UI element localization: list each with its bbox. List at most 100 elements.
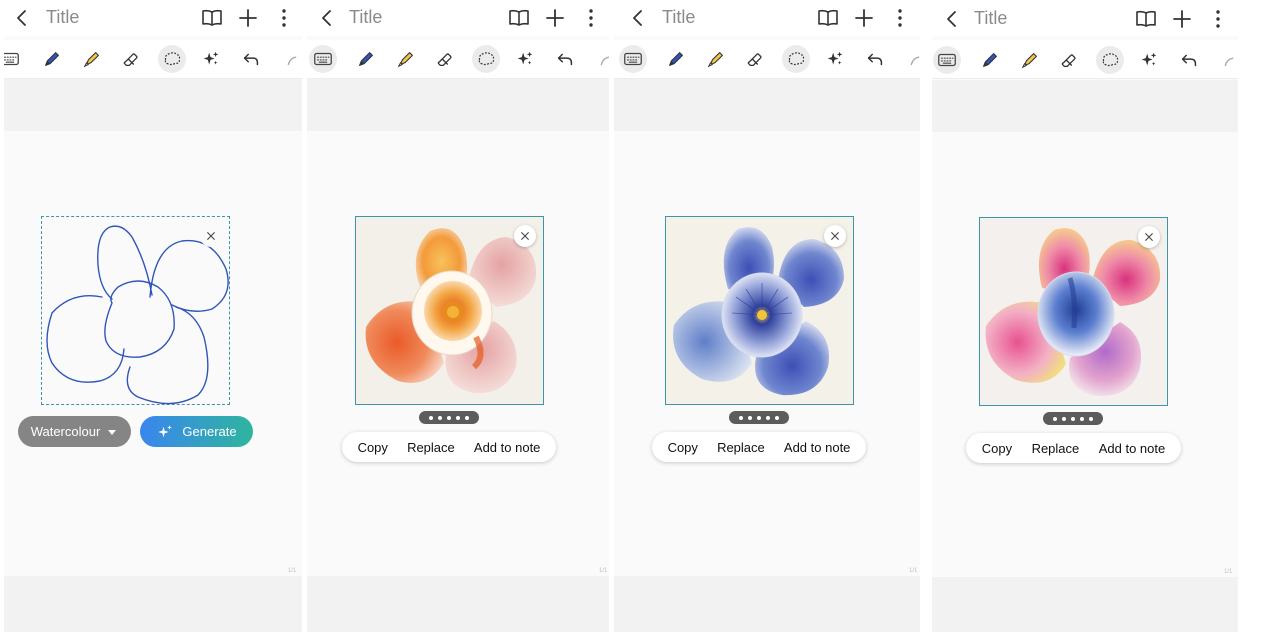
result-action-bar: Copy Replace Add to note (652, 432, 866, 462)
eraser-icon[interactable] (431, 45, 459, 73)
top-app-bar: Title (4, 0, 302, 36)
ai-sparkle-icon[interactable] (821, 45, 849, 73)
generated-image-frame[interactable] (665, 216, 854, 405)
lasso-select-icon[interactable] (158, 45, 186, 73)
page-number: 1/1 (1224, 569, 1233, 575)
eraser-icon[interactable] (117, 45, 145, 73)
sketch-selection-box[interactable] (41, 216, 230, 405)
result-page-indicator[interactable] (1043, 412, 1103, 425)
note-title[interactable]: Title (349, 7, 382, 28)
replace-button[interactable]: Replace (711, 440, 771, 455)
undo-icon[interactable] (1175, 46, 1203, 74)
back-icon[interactable] (315, 6, 339, 30)
canvas-margin-bottom (307, 576, 609, 632)
copy-button[interactable]: Copy (662, 440, 704, 455)
book-icon[interactable] (200, 6, 224, 30)
generate-sparkle-icon (156, 423, 174, 441)
add-to-note-button[interactable]: Add to note (1093, 441, 1172, 456)
keyboard-icon[interactable] (933, 46, 961, 74)
result-action-bar: Copy Replace Add to note (966, 433, 1181, 463)
book-icon[interactable] (507, 6, 531, 30)
close-icon[interactable] (824, 225, 846, 247)
redo-icon[interactable] (901, 45, 920, 73)
close-icon[interactable] (1138, 226, 1160, 248)
redo-icon[interactable] (591, 45, 609, 73)
generated-flower-image (666, 217, 852, 403)
note-title[interactable]: Title (46, 7, 79, 28)
keyboard-icon[interactable] (4, 45, 24, 73)
drawing-toolbar (932, 40, 1238, 79)
generate-button[interactable]: Generate (140, 416, 253, 447)
page-number: 1/1 (909, 568, 918, 574)
caret-down-icon (106, 426, 118, 438)
canvas-margin-top (307, 79, 609, 131)
pen-icon[interactable] (662, 45, 690, 73)
back-icon[interactable] (626, 6, 650, 30)
lasso-select-icon[interactable] (782, 45, 810, 73)
close-icon[interactable] (514, 225, 536, 247)
add-to-note-button[interactable]: Add to note (778, 440, 857, 455)
canvas-margin-top (932, 80, 1238, 132)
eraser-icon[interactable] (1055, 46, 1083, 74)
note-title[interactable]: Title (662, 7, 695, 28)
highlighter-icon[interactable] (1016, 46, 1044, 74)
more-options-icon[interactable] (272, 6, 288, 30)
generated-image-frame[interactable] (979, 217, 1168, 406)
book-icon[interactable] (1134, 7, 1158, 31)
more-options-icon[interactable] (579, 6, 595, 30)
back-icon[interactable] (10, 6, 34, 30)
keyboard-icon[interactable] (619, 45, 647, 73)
phone-screen-result-2: Title 1/1 Copy Replace Add to note (614, 0, 920, 632)
back-icon[interactable] (940, 7, 964, 31)
copy-button[interactable]: Copy (352, 440, 394, 455)
copy-button[interactable]: Copy (976, 441, 1018, 456)
ai-sparkle-icon[interactable] (511, 45, 539, 73)
highlighter-icon[interactable] (702, 45, 730, 73)
more-options-icon[interactable] (888, 6, 904, 30)
add-icon[interactable] (1170, 7, 1194, 31)
phone-screen-result-3: Title 1/1 Copy Replace Add to note (932, 0, 1238, 632)
drawing-toolbar (4, 40, 302, 79)
result-page-indicator[interactable] (419, 411, 479, 424)
keyboard-icon[interactable] (309, 45, 337, 73)
highlighter-icon[interactable] (78, 45, 106, 73)
page-number: 1/1 (288, 568, 297, 574)
canvas-margin-bottom (4, 576, 302, 632)
undo-icon[interactable] (237, 45, 265, 73)
highlighter-icon[interactable] (392, 45, 420, 73)
style-dropdown[interactable]: Watercolour (18, 416, 131, 447)
add-icon[interactable] (852, 6, 876, 30)
flower-sketch-drawing (46, 225, 229, 405)
close-icon[interactable] (200, 225, 222, 247)
canvas-margin-bottom (932, 577, 1238, 632)
redo-icon[interactable] (278, 45, 302, 73)
lasso-select-icon[interactable] (1096, 46, 1124, 74)
add-to-note-button[interactable]: Add to note (468, 440, 547, 455)
note-title[interactable]: Title (974, 8, 1007, 29)
top-app-bar: Title (614, 0, 920, 36)
redo-icon[interactable] (1215, 46, 1238, 74)
ai-sparkle-icon[interactable] (197, 45, 225, 73)
replace-button[interactable]: Replace (401, 440, 461, 455)
lasso-select-icon[interactable] (472, 45, 500, 73)
result-page-indicator[interactable] (729, 411, 789, 424)
drawing-toolbar (614, 40, 920, 79)
eraser-icon[interactable] (741, 45, 769, 73)
book-icon[interactable] (816, 6, 840, 30)
pen-icon[interactable] (38, 45, 66, 73)
top-app-bar: Title (932, 0, 1238, 36)
add-icon[interactable] (236, 6, 260, 30)
generated-image-frame[interactable] (355, 216, 544, 405)
replace-button[interactable]: Replace (1026, 441, 1086, 456)
undo-icon[interactable] (861, 45, 889, 73)
add-icon[interactable] (543, 6, 567, 30)
page-number: 1/1 (599, 568, 608, 574)
generate-label: Generate (182, 424, 237, 439)
phone-screen-result-1: Title 1/1 Copy Replace Add to note (307, 0, 609, 632)
pen-icon[interactable] (976, 46, 1004, 74)
undo-icon[interactable] (551, 45, 579, 73)
style-label: Watercolour (30, 424, 101, 439)
ai-sparkle-icon[interactable] (1135, 46, 1163, 74)
pen-icon[interactable] (352, 45, 380, 73)
more-options-icon[interactable] (1206, 7, 1222, 31)
